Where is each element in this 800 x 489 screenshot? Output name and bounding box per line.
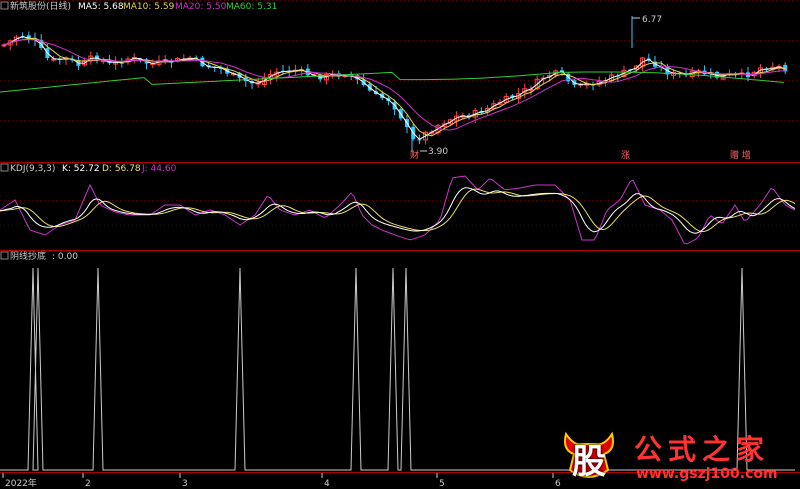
high-price-label: 6.77 [642, 15, 662, 25]
j-line [0, 175, 796, 245]
ma5-line [3, 36, 786, 140]
legend-d: D: 56.78 [102, 164, 141, 174]
legend-j: J: 44.60 [141, 164, 177, 174]
d-line [0, 188, 796, 233]
x-tick-label: 2 [85, 479, 91, 489]
low-price-label: 3.90 [428, 147, 448, 157]
collapse-icon[interactable] [0, 163, 9, 172]
stock-chart: 新筑股份(日线) MA5: 5.68 MA10: 5.59 MA20: 5.50… [0, 0, 800, 489]
signal-value: : 0.00 [52, 252, 78, 262]
legend-k: K: 52.72 [62, 164, 100, 174]
ma10-line [3, 37, 786, 137]
legend-ma10: MA10: 5.59 [123, 2, 175, 12]
collapse-icon[interactable] [0, 1, 9, 10]
price-annotations: 6.77 3.90 财 涨 赠 增 [410, 15, 751, 161]
event-tag-zeng[interactable]: 赠 增 [730, 149, 751, 161]
legend-ma60: MA60: 5.31 [226, 2, 277, 12]
ma20-line [3, 39, 786, 131]
kdj-title: KDJ(9,3,3) [10, 164, 55, 174]
signal-title: 阴线抄底 [10, 250, 46, 262]
candle-body [1, 44, 7, 47]
collapse-icon[interactable] [0, 251, 9, 260]
x-tick-label: 5 [439, 479, 445, 489]
kdj-lines [0, 175, 796, 245]
logo-badge-text: 股 [572, 442, 606, 482]
kdj-legend: KDJ(9,3,3) K: 52.72 D: 56.78 J: 44.60 [0, 163, 177, 174]
logo-url: www.gszj100.com [636, 466, 778, 482]
x-tick-label: 3 [182, 479, 188, 489]
ma60-line [0, 71, 785, 93]
moving-average-lines [0, 36, 786, 140]
x-tick-label: 2022年 [5, 477, 37, 489]
x-tick-label: 4 [324, 479, 330, 489]
candlestick-series [1, 16, 788, 152]
signal-legend: 阴线抄底 : 0.00 [0, 250, 78, 262]
logo-brand: 公式之家 [634, 433, 771, 466]
x-axis: 2022年 2 3 4 5 6 [2, 473, 561, 489]
legend-ma20: MA20: 5.50 [175, 2, 227, 12]
event-tag-zhang[interactable]: 涨 [621, 150, 630, 161]
site-logo: 股 公式之家 www.gszj100.com [560, 428, 796, 486]
legend-ma5: MA5: 5.68 [78, 2, 124, 12]
chart-title: 新筑股份(日线) [10, 0, 71, 12]
main-legend: 新筑股份(日线) MA5: 5.68 MA10: 5.59 MA20: 5.50… [0, 0, 277, 12]
event-tag-cai[interactable]: 财 [410, 149, 419, 161]
